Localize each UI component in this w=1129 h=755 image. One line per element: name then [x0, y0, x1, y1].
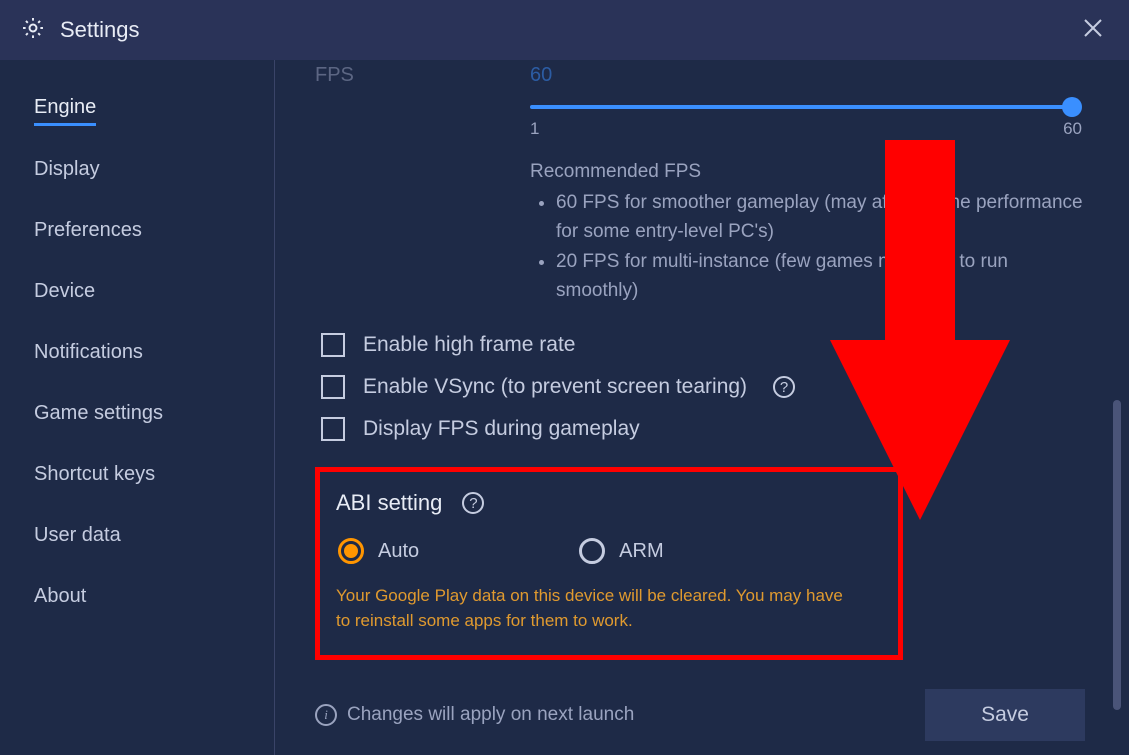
page-title: Settings	[60, 17, 140, 43]
slider-thumb[interactable]	[1062, 97, 1082, 117]
fps-slider[interactable]: 1 60	[530, 105, 1085, 139]
checkbox-enable-vsync[interactable]: Enable VSync (to prevent screen tearing)…	[321, 375, 1085, 399]
checkbox-label: Display FPS during gameplay	[363, 417, 640, 441]
slider-max: 60	[1063, 119, 1082, 139]
abi-setting-section: ABI setting ? Auto ARM	[315, 467, 903, 660]
titlebar: Settings	[0, 0, 1129, 60]
fps-value: 60	[530, 64, 552, 87]
abi-warning-text: Your Google Play data on this device wil…	[336, 584, 856, 633]
checkbox-display-fps[interactable]: Display FPS during gameplay	[321, 417, 1085, 441]
checkbox-group: Enable high frame rate Enable VSync (to …	[321, 333, 1085, 441]
checkbox-icon	[321, 417, 345, 441]
checkbox-icon	[321, 333, 345, 357]
close-icon	[1083, 18, 1103, 38]
recommended-fps-block: Recommended FPS 60 FPS for smoother game…	[530, 161, 1085, 305]
abi-header: ABI setting ?	[336, 490, 882, 516]
radio-icon	[338, 538, 364, 564]
help-icon[interactable]: ?	[462, 492, 484, 514]
recommended-fps-title: Recommended FPS	[530, 161, 1085, 183]
titlebar-left: Settings	[20, 15, 140, 46]
sidebar-item-shortcut-keys[interactable]: Shortcut keys	[34, 457, 155, 492]
radio-label: Auto	[378, 540, 419, 563]
info-icon: i	[315, 704, 337, 726]
checkbox-icon	[321, 375, 345, 399]
radio-label: ARM	[619, 540, 663, 563]
main-panel: FPS 60 1 60 Recommended FPS 60 FPS for	[275, 60, 1129, 755]
save-button[interactable]: Save	[925, 689, 1085, 741]
sidebar-item-device[interactable]: Device	[34, 274, 95, 309]
gear-icon	[20, 15, 46, 46]
checkbox-enable-high-frame-rate[interactable]: Enable high frame rate	[321, 333, 1085, 357]
scroll-area: FPS 60 1 60 Recommended FPS 60 FPS for	[315, 60, 1085, 675]
radio-arm[interactable]: ARM	[579, 538, 663, 564]
slider-min: 1	[530, 119, 539, 139]
list-item: 20 FPS for multi-instance (few games mig…	[556, 248, 1085, 305]
sidebar-item-notifications[interactable]: Notifications	[34, 335, 143, 370]
sidebar-item-about[interactable]: About	[34, 579, 86, 614]
slider-track	[530, 105, 1070, 109]
checkbox-label: Enable VSync (to prevent screen tearing)	[363, 375, 747, 399]
radio-icon	[579, 538, 605, 564]
sidebar-item-preferences[interactable]: Preferences	[34, 213, 142, 248]
settings-window: Settings Engine Display Preferences Devi…	[0, 0, 1129, 755]
sidebar-item-display[interactable]: Display	[34, 152, 100, 187]
radio-dot-icon	[344, 544, 358, 558]
scrollbar[interactable]	[1113, 400, 1121, 710]
fps-label: FPS	[315, 64, 530, 87]
sidebar: Engine Display Preferences Device Notifi…	[0, 60, 275, 755]
fps-row: FPS 60	[315, 64, 1085, 87]
footer-notice-text: Changes will apply on next launch	[347, 704, 634, 726]
sidebar-item-engine[interactable]: Engine	[34, 90, 96, 126]
abi-title: ABI setting	[336, 490, 442, 516]
help-icon[interactable]: ?	[773, 376, 795, 398]
checkbox-label: Enable high frame rate	[363, 333, 575, 357]
footer: i Changes will apply on next launch Save	[315, 689, 1085, 741]
recommended-fps-list: 60 FPS for smoother gameplay (may affect…	[530, 189, 1085, 305]
body: Engine Display Preferences Device Notifi…	[0, 60, 1129, 755]
abi-radio-group: Auto ARM	[338, 538, 882, 564]
sidebar-item-user-data[interactable]: User data	[34, 518, 121, 553]
sidebar-item-game-settings[interactable]: Game settings	[34, 396, 163, 431]
list-item: 60 FPS for smoother gameplay (may affect…	[556, 189, 1085, 246]
slider-labels: 1 60	[530, 119, 1082, 139]
footer-notice: i Changes will apply on next launch	[315, 704, 634, 726]
close-button[interactable]	[1077, 12, 1109, 49]
radio-auto[interactable]: Auto	[338, 538, 419, 564]
